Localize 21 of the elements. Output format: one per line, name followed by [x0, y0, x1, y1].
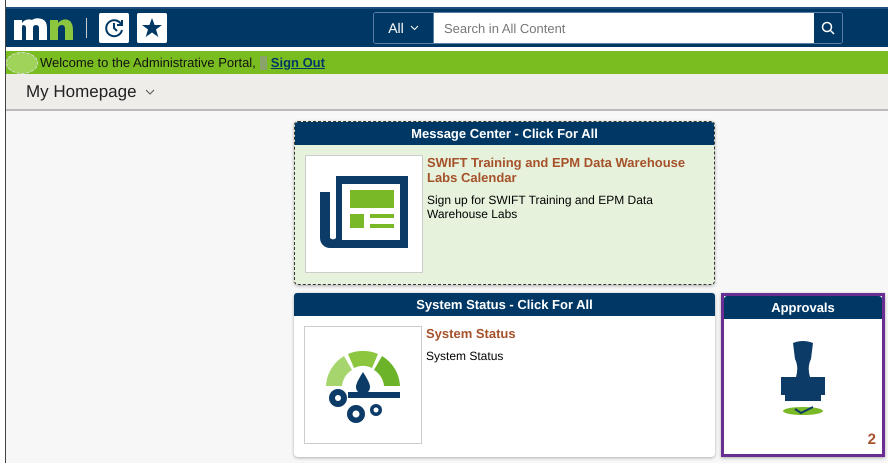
page-title-dropdown[interactable]: My Homepage	[26, 82, 155, 102]
tile-heading-link[interactable]: SWIFT Training and EPM Data Warehouse Labs Calendar	[427, 155, 704, 185]
redacted-name	[260, 56, 267, 70]
tile-header: System Status - Click For All	[294, 293, 715, 316]
tile-header: Approvals	[724, 296, 882, 319]
tile[interactable]: System Status - Click For All System Status System Status	[294, 293, 715, 457]
favorites-button[interactable]	[137, 13, 167, 43]
star-icon	[141, 17, 163, 39]
sign-out-link[interactable]: Sign Out	[270, 55, 325, 70]
approval-count: 2	[868, 431, 876, 448]
tile[interactable]: Message Center - Click For All SWIFT Training and EPM Data Warehouse Labs Calendar Sign up for SWIFT Training and EPM Data Warehouse Labs	[294, 121, 715, 285]
tile-description: System Status	[426, 349, 504, 363]
chevron-icon	[144, 88, 155, 94]
tile-heading-link[interactable]: System Status	[426, 326, 516, 341]
welcome-text: Welcome to the Administrative Portal,	[40, 55, 256, 70]
avatar-icon	[6, 52, 38, 74]
tile-description: Sign up for SWIFT Training and EPM Data Warehouse Labs	[427, 193, 654, 221]
clock-icon	[103, 17, 125, 39]
tile-header: Message Center - Click For All	[295, 122, 714, 145]
recent-history-button[interactable]	[99, 13, 129, 43]
tile[interactable]: Approvals 2	[721, 293, 885, 457]
